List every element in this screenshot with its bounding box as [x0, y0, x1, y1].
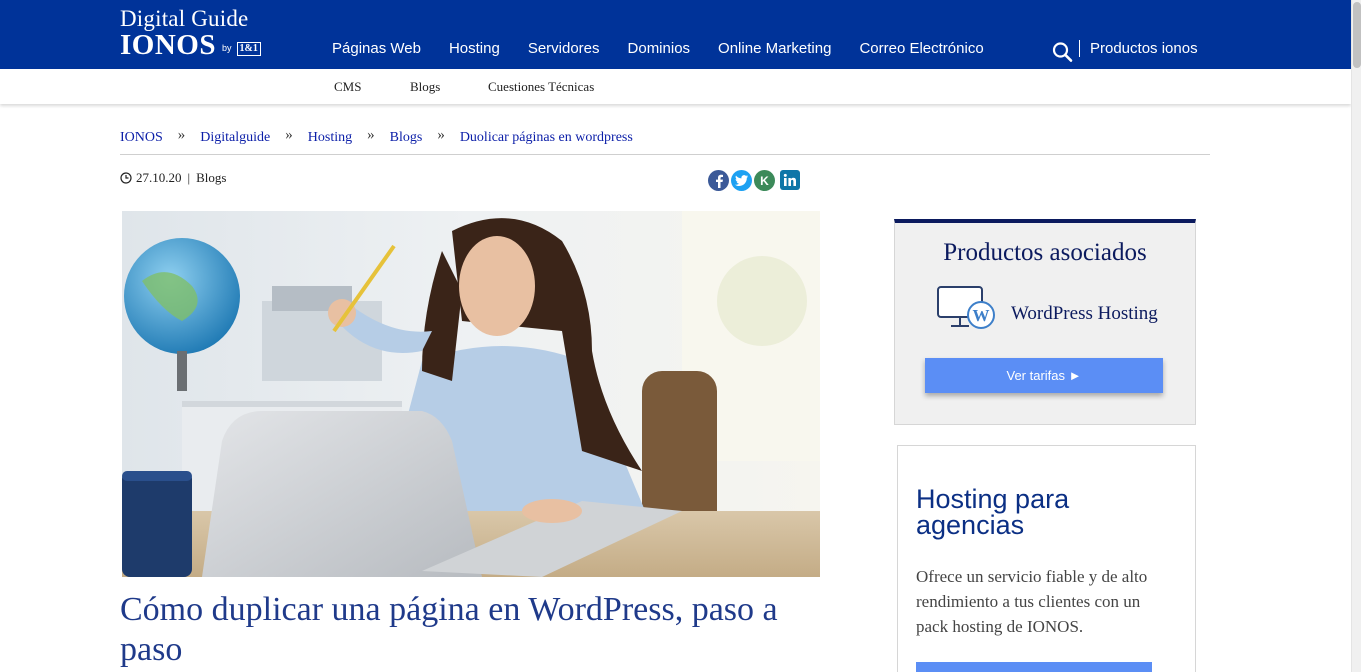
brand-logo[interactable]: Digital Guide IONOS by 1&1 [120, 6, 261, 61]
article-meta: 27.10.20 | Blogs [120, 170, 226, 186]
article-title: Cómo duplicar una página en WordPress, p… [120, 591, 778, 668]
breadcrumb-separator-icon: » [177, 127, 186, 143]
search-icon[interactable] [1052, 41, 1074, 63]
linkedin-icon[interactable] [780, 170, 800, 190]
page-scrollbar[interactable] [1351, 0, 1361, 672]
breadcrumb-separator-icon: » [285, 127, 293, 143]
brand-ionos: IONOS [120, 29, 216, 61]
breadcrumb-ionos[interactable]: IONOS [120, 130, 163, 146]
hosting-agencias-button[interactable] [916, 662, 1152, 672]
nav-correo-electronico[interactable]: Correo Electrónico [859, 40, 983, 57]
main-nav: Páginas Web Hosting Servidores Dominios … [332, 40, 1012, 57]
meta-separator: | [187, 170, 191, 185]
twitter-icon[interactable] [731, 170, 752, 191]
subnav-blogs[interactable]: Blogs [410, 79, 440, 95]
breadcrumb-current[interactable]: Duolicar páginas en wordpress [460, 130, 633, 146]
breadcrumb-digitalguide[interactable]: Digitalguide [200, 130, 270, 146]
share-buttons: K [708, 170, 802, 191]
clock-icon [120, 172, 132, 184]
ver-tarifas-button[interactable]: Ver tarifas ► [925, 358, 1163, 393]
top-header: Digital Guide IONOS by 1&1 Páginas Web Hos… [0, 0, 1351, 69]
article-category[interactable]: Blogs [196, 170, 226, 186]
card-title: Hosting para agencias [916, 484, 1070, 540]
nav-dominios[interactable]: Dominios [628, 40, 691, 57]
breadcrumb-divider [120, 154, 1210, 155]
article-date: 27.10.20 [136, 170, 182, 185]
sub-nav: CMS Blogs Cuestiones Técnicas [0, 69, 1351, 104]
breadcrumb-blogs[interactable]: Blogs [390, 130, 423, 146]
scrollbar-thumb[interactable] [1353, 2, 1361, 68]
productos-asociados-card: Productos asociados W WordPress Hosting … [894, 219, 1196, 425]
brand-by: by [221, 43, 232, 53]
hosting-agencias-card: Hosting para agencias Ofrece un servicio… [897, 445, 1196, 672]
nav-paginas-web[interactable]: Páginas Web [332, 40, 421, 57]
card-title: Productos asociados [943, 239, 1147, 266]
breadcrumb-separator-icon: » [367, 127, 375, 143]
product-wordpress-hosting[interactable]: WordPress Hosting [1011, 303, 1158, 325]
breadcrumb-hosting[interactable]: Hosting [308, 130, 352, 146]
brand-title: Digital Guide [120, 6, 249, 31]
wordpress-monitor-icon: W [937, 285, 997, 333]
productos-ionos-link[interactable]: Productos ionos [1090, 40, 1198, 57]
article-hero-image [122, 211, 820, 577]
card-description: Ofrece un servicio fiable y de alto rend… [916, 567, 1148, 636]
subnav-cms[interactable]: CMS [334, 79, 361, 95]
header-divider [1079, 40, 1080, 57]
breadcrumb: IONOS » Digitalguide » Hosting » Blogs »… [120, 127, 633, 146]
svg-text:W: W [973, 306, 990, 325]
nav-servidores[interactable]: Servidores [528, 40, 600, 57]
brand-1and1: 1&1 [236, 42, 261, 56]
facebook-icon[interactable] [708, 170, 729, 191]
subnav-cuestiones-tecnicas[interactable]: Cuestiones Técnicas [488, 79, 594, 95]
kununu-icon[interactable]: K [754, 170, 775, 191]
nav-online-marketing[interactable]: Online Marketing [718, 40, 831, 57]
breadcrumb-separator-icon: » [437, 127, 445, 143]
nav-hosting[interactable]: Hosting [449, 40, 500, 57]
